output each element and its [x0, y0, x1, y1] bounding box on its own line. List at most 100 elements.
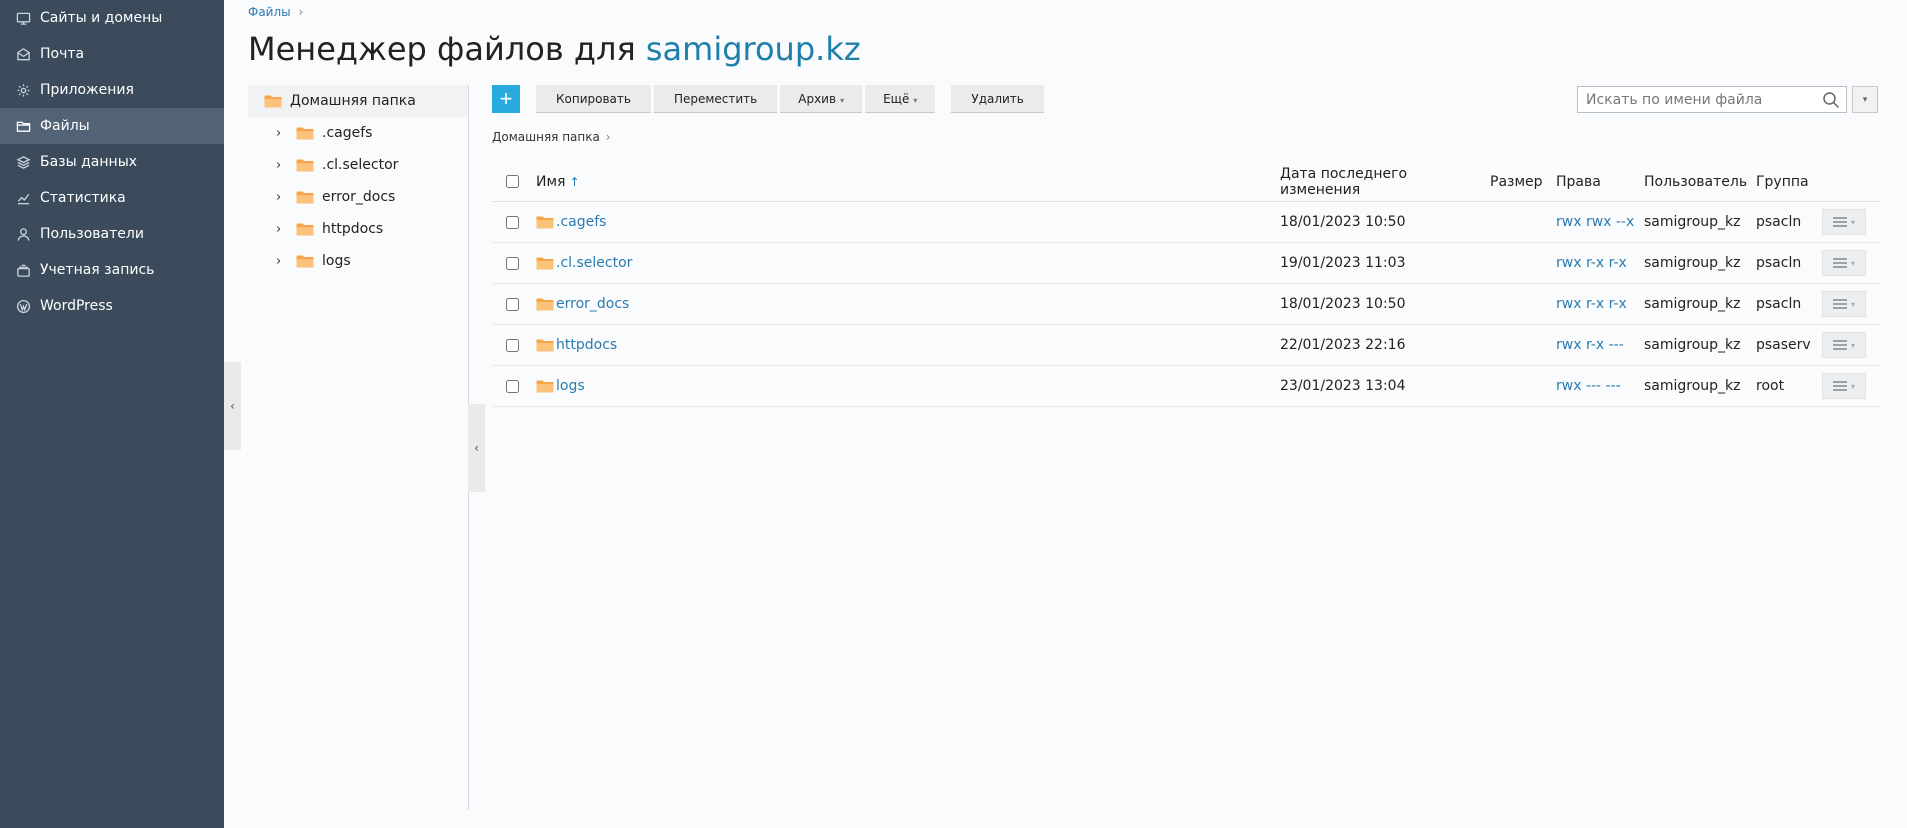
page-title-domain[interactable]: samigroup.kz [646, 30, 861, 68]
sidebar-item-files[interactable]: Файлы [0, 108, 224, 144]
row-actions-menu-button[interactable]: ▾ [1822, 373, 1866, 399]
tree-item-error-docs[interactable]: › error_docs [248, 181, 468, 213]
sidebar-item-statistics[interactable]: Статистика [0, 180, 224, 216]
more-button[interactable]: Ещё ▾ [865, 85, 936, 113]
sidebar-item-label: WordPress [40, 298, 113, 314]
delete-button-label: Удалить [971, 91, 1024, 106]
table-row: httpdocs 22/01/2023 22:16 rwx r-x --- sa… [492, 325, 1880, 366]
sidebar-item-account[interactable]: Учетная запись [0, 252, 224, 288]
folder-icon [296, 127, 314, 140]
chart-icon [15, 190, 31, 206]
header-user[interactable]: Пользователь [1644, 174, 1756, 190]
chevron-right-icon: › [605, 130, 611, 144]
select-all-checkbox[interactable] [505, 175, 519, 188]
row-perms-cell: rwx --- --- [1556, 378, 1644, 394]
header-name[interactable]: Имя ↑ [532, 174, 1280, 190]
mail-icon [15, 46, 31, 62]
table-row: logs 23/01/2023 13:04 rwx --- --- samigr… [492, 366, 1880, 407]
row-perms-link[interactable]: rwx r-x r-x [1556, 255, 1627, 271]
sidebar-item-websites[interactable]: Сайты и домены [0, 0, 224, 36]
row-checkbox[interactable] [505, 379, 519, 393]
row-name-link[interactable]: .cl.selector [556, 255, 632, 271]
menu-icon [1832, 381, 1847, 391]
tree-item-cagefs[interactable]: › .cagefs [248, 117, 468, 149]
folder-icon [536, 257, 554, 270]
move-button[interactable]: Переместить [653, 85, 778, 113]
monitor-icon [15, 10, 31, 26]
chevron-right-icon[interactable]: › [276, 222, 288, 237]
tree-item-label: .cl.selector [322, 157, 399, 173]
breadcrumb-files-link[interactable]: Файлы [248, 5, 291, 19]
tree-item-httpdocs[interactable]: › httpdocs [248, 213, 468, 245]
row-name-cell: httpdocs [532, 337, 1280, 353]
tree-item-logs[interactable]: › logs [248, 245, 468, 277]
row-name-cell: .cl.selector [532, 255, 1280, 271]
sidebar-item-label: Файлы [40, 118, 90, 134]
row-checkbox[interactable] [505, 215, 519, 229]
row-checkbox[interactable] [505, 256, 519, 270]
current-path-label[interactable]: Домашняя папка [492, 130, 600, 144]
row-actions-menu-button[interactable]: ▾ [1822, 291, 1866, 317]
row-name-link[interactable]: logs [556, 378, 585, 394]
row-checkbox[interactable] [505, 338, 519, 352]
search-icon[interactable] [1822, 91, 1840, 109]
row-name-cell: logs [532, 378, 1280, 394]
tree-item-cl-selector[interactable]: › .cl.selector [248, 149, 468, 181]
copy-button-label: Копировать [556, 91, 631, 106]
tree-item-label: logs [322, 253, 351, 269]
row-actions-menu-button[interactable]: ▾ [1822, 332, 1866, 358]
row-actions-menu-button[interactable]: ▾ [1822, 250, 1866, 276]
header-group[interactable]: Группа [1756, 174, 1822, 190]
row-name-link[interactable]: error_docs [556, 296, 629, 312]
sidebar-item-applications[interactable]: Приложения [0, 72, 224, 108]
row-user: samigroup_kz [1644, 337, 1741, 353]
more-button-label: Ещё [883, 91, 910, 106]
tree-root[interactable]: Домашняя папка [248, 85, 468, 117]
chevron-down-icon: ▾ [1850, 258, 1855, 268]
sidebar-item-wordpress[interactable]: WordPress [0, 288, 224, 324]
row-select-cell [492, 338, 532, 352]
table-row: .cagefs 18/01/2023 10:50 rwx rwx --x sam… [492, 202, 1880, 243]
folder-icon [296, 159, 314, 172]
folder-icon [536, 216, 554, 229]
delete-button[interactable]: Удалить [951, 85, 1044, 113]
row-name-link[interactable]: .cagefs [556, 214, 606, 230]
row-perms-link[interactable]: rwx r-x r-x [1556, 296, 1627, 312]
row-perms-link[interactable]: rwx r-x --- [1556, 337, 1624, 353]
chevron-right-icon[interactable]: › [276, 190, 288, 205]
chevron-left-icon: ‹ [230, 399, 235, 413]
header-size[interactable]: Размер [1490, 174, 1556, 190]
row-checkbox[interactable] [505, 297, 519, 311]
search-box [1577, 86, 1847, 113]
row-user: samigroup_kz [1644, 296, 1741, 312]
chevron-right-icon[interactable]: › [276, 126, 288, 141]
sidebar-item-users[interactable]: Пользователи [0, 216, 224, 252]
add-button[interactable]: + [492, 85, 520, 113]
search-input[interactable] [1578, 87, 1822, 112]
table-header: Имя ↑ Дата последнего изменения Размер Пр… [492, 162, 1880, 202]
sidebar-item-databases[interactable]: Базы данных [0, 144, 224, 180]
header-modified[interactable]: Дата последнего изменения [1280, 166, 1490, 198]
tree-collapse-handle[interactable]: ‹ [468, 404, 485, 492]
sidebar-collapse-handle[interactable]: ‹ [224, 362, 241, 450]
row-actions-cell: ▾ [1822, 373, 1870, 399]
row-perms-cell: rwx r-x r-x [1556, 255, 1644, 271]
archive-button[interactable]: Архив ▾ [780, 85, 863, 113]
row-name-link[interactable]: httpdocs [556, 337, 617, 353]
header-perms[interactable]: Права [1556, 174, 1644, 190]
row-group: psacln [1756, 296, 1802, 312]
chevron-down-icon: ▾ [1850, 340, 1855, 350]
wordpress-icon [15, 298, 31, 314]
row-select-cell [492, 297, 532, 311]
page-title: Менеджер файлов для samigroup.kz [248, 30, 861, 68]
copy-button[interactable]: Копировать [536, 85, 651, 113]
search-options-dropdown[interactable]: ▾ [1852, 86, 1878, 113]
row-actions-menu-button[interactable]: ▾ [1822, 209, 1866, 235]
row-group: psacln [1756, 255, 1802, 271]
chevron-right-icon[interactable]: › [276, 158, 288, 173]
chevron-right-icon[interactable]: › [276, 254, 288, 269]
row-perms-link[interactable]: rwx rwx --x [1556, 214, 1634, 230]
row-perms-link[interactable]: rwx --- --- [1556, 378, 1621, 394]
sidebar-item-mail[interactable]: Почта [0, 36, 224, 72]
breadcrumb: Файлы › [248, 5, 303, 19]
